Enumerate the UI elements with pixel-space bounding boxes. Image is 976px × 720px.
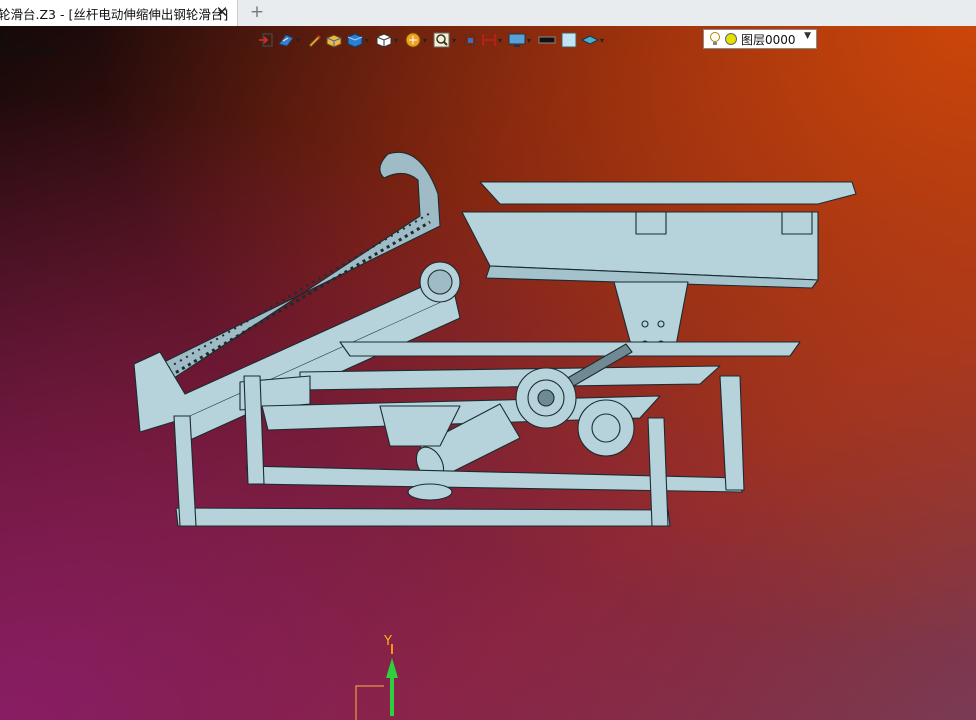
- dimension-button[interactable]: ▾: [481, 29, 505, 51]
- exit-button[interactable]: [258, 29, 274, 51]
- view-orient-button[interactable]: ▾: [277, 29, 303, 51]
- blue-swatch-button[interactable]: [560, 29, 578, 51]
- axis-y-label: Y: [384, 634, 392, 649]
- dimension-icon: [482, 34, 496, 46]
- view-toolbar: ▾ ▾ ▾ ▾ ▾ ▾ ▾ ▾: [258, 28, 610, 52]
- wire-cube-icon: [376, 33, 392, 48]
- shade-box-button[interactable]: [325, 29, 343, 51]
- wire-cube-button[interactable]: ▾: [375, 29, 401, 51]
- layer-stack-button[interactable]: ▾: [581, 29, 607, 51]
- layer-select[interactable]: 图层0000 ▼: [703, 29, 817, 49]
- exit-icon: [259, 33, 273, 47]
- layer-name: 图层0000: [741, 32, 796, 47]
- close-icon[interactable]: ✕: [214, 4, 230, 20]
- shade-box-icon: [326, 34, 342, 48]
- 3d-viewport[interactable]: 项 选择过滤器. Y ▾ ▾ ▾ ▾ ▾ ▾ ▾ ▾ 图层0000 ▼: [0, 26, 976, 720]
- pencil-icon: [308, 35, 321, 48]
- solid-box-button[interactable]: ▾: [346, 29, 372, 51]
- layer-color-icon: [725, 33, 737, 45]
- front-frame: [245, 465, 743, 493]
- black-swatch-button[interactable]: [537, 29, 557, 51]
- sketch-button[interactable]: [306, 29, 322, 51]
- axis-triad: [355, 644, 398, 720]
- new-tab-button[interactable]: +: [248, 3, 266, 21]
- display-icon: [508, 33, 526, 47]
- solid-box-icon: [347, 33, 363, 48]
- layer-stack-icon: [581, 35, 599, 45]
- document-tab-title: 轮滑台.Z3 - [丝杆电动伸缩伸出钢轮滑台]: [0, 6, 229, 22]
- tab-bar: 轮滑台.Z3 - [丝杆电动伸缩伸出钢轮滑台] ✕ +: [0, 0, 976, 27]
- render-button[interactable]: ▾: [404, 29, 430, 51]
- blue-swatch-icon: [561, 32, 577, 48]
- cad-model[interactable]: [0, 26, 976, 720]
- render-icon: [405, 32, 421, 48]
- zoom-button[interactable]: ▾: [433, 29, 459, 51]
- top-carriage: [479, 181, 857, 205]
- lightbulb-icon: [710, 32, 720, 45]
- black-swatch-icon: [538, 36, 556, 44]
- chevron-down-icon: ▼: [804, 31, 811, 41]
- fit-icon: [464, 34, 476, 46]
- display-button[interactable]: ▾: [508, 29, 534, 51]
- document-tab[interactable]: 轮滑台.Z3 - [丝杆电动伸缩伸出钢轮滑台] ✕: [0, 0, 238, 26]
- zoom-icon: [433, 32, 450, 48]
- view-orient-icon: [278, 34, 294, 47]
- fit-button[interactable]: [462, 29, 478, 51]
